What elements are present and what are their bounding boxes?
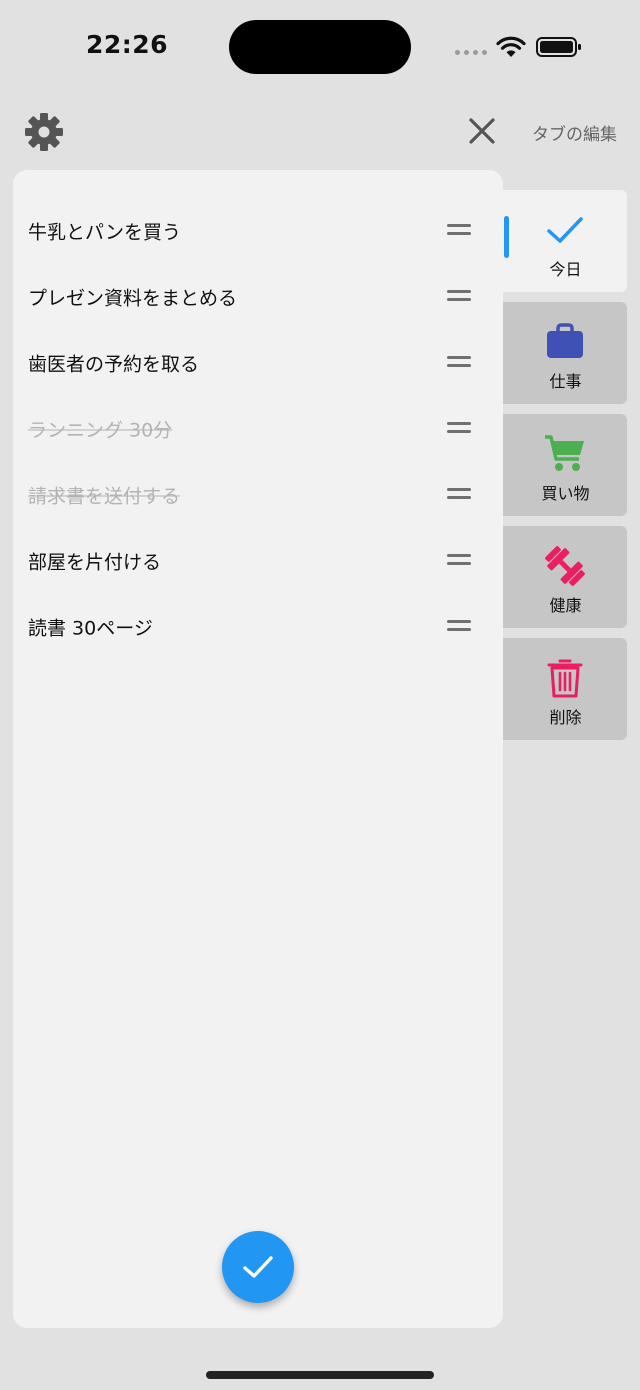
cellular-signal-icon (455, 50, 487, 56)
task-item-completed[interactable]: 請求書を送付する (13, 462, 503, 528)
task-text: 部屋を片付ける (28, 551, 162, 574)
tab-today[interactable]: 今日 (496, 190, 627, 292)
task-item[interactable]: プレゼン資料をまとめる (13, 264, 503, 330)
gear-icon[interactable] (24, 112, 64, 152)
task-list-panel: 牛乳とパンを買う プレゼン資料をまとめる 歯医者の予約を取る ランニング 30分… (13, 170, 503, 1328)
edit-tabs-button[interactable]: タブの編集 (532, 120, 617, 145)
briefcase-icon (547, 323, 583, 358)
task-text: 歯医者の予約を取る (28, 353, 200, 376)
dynamic-island (229, 20, 411, 74)
tab-delete[interactable]: 削除 (496, 638, 627, 740)
task-item[interactable]: 牛乳とパンを買う (13, 198, 503, 264)
drag-handle-icon[interactable] (447, 290, 471, 304)
drag-handle-icon[interactable] (447, 422, 471, 436)
wifi-icon (496, 36, 526, 57)
trash-icon (547, 659, 583, 698)
active-tab-indicator (504, 216, 509, 258)
tab-work[interactable]: 仕事 (496, 302, 627, 404)
drag-handle-icon[interactable] (447, 224, 471, 238)
check-icon (547, 217, 583, 243)
tab-label: 仕事 (549, 372, 582, 391)
app-screen: 22:26 タブの編集 今日 仕事 買い物 健康 削除 牛乳とパンを買う プレゼ… (0, 0, 640, 1390)
task-text: 牛乳とパンを買う (28, 221, 181, 244)
task-item[interactable]: 歯医者の予約を取る (13, 330, 503, 396)
task-item[interactable]: 部屋を片付ける (13, 528, 503, 594)
complete-fab-button[interactable] (222, 1231, 294, 1303)
dumbbell-icon (545, 546, 585, 586)
drag-handle-icon[interactable] (447, 488, 471, 502)
tab-health[interactable]: 健康 (496, 526, 627, 628)
status-time: 22:26 (86, 30, 169, 59)
task-text: ランニング 30分 (28, 419, 173, 442)
home-indicator (206, 1371, 434, 1379)
tab-shopping[interactable]: 買い物 (496, 414, 627, 516)
drag-handle-icon[interactable] (447, 356, 471, 370)
drag-handle-icon[interactable] (447, 554, 471, 568)
task-text: 請求書を送付する (28, 485, 181, 508)
tab-label: 削除 (549, 708, 582, 727)
task-item[interactable]: 読書 30ページ (13, 594, 503, 660)
task-text: 読書 30ページ (28, 617, 153, 640)
close-icon[interactable] (467, 116, 497, 146)
task-text: プレゼン資料をまとめる (28, 287, 238, 310)
drag-handle-icon[interactable] (447, 620, 471, 634)
check-icon (243, 1256, 273, 1278)
task-item-completed[interactable]: ランニング 30分 (13, 396, 503, 462)
tab-label: 買い物 (541, 484, 590, 503)
battery-icon (536, 37, 581, 57)
tab-label: 今日 (549, 260, 582, 279)
cart-icon (545, 435, 584, 471)
tab-label: 健康 (549, 596, 582, 615)
